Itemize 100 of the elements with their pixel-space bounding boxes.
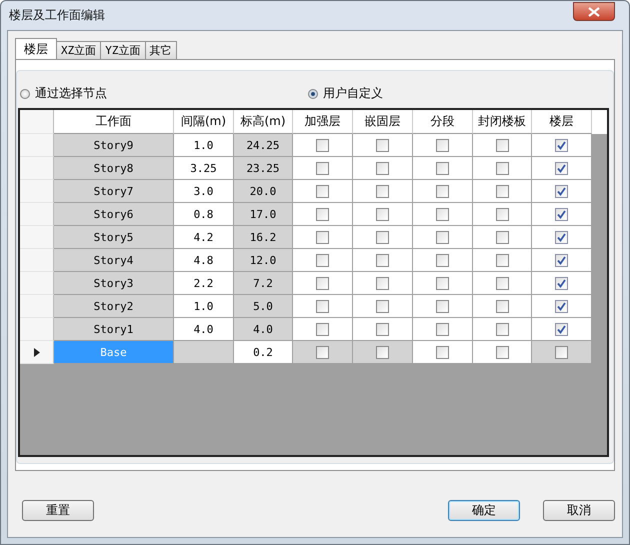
table-cell[interactable]: Story2 bbox=[54, 295, 174, 318]
checkbox[interactable] bbox=[436, 138, 449, 152]
checkbox[interactable] bbox=[436, 254, 449, 266]
checkbox[interactable] bbox=[436, 276, 449, 290]
table-cell[interactable]: 4.2 bbox=[174, 226, 234, 249]
row-header[interactable] bbox=[20, 341, 54, 364]
checkbox[interactable] bbox=[496, 300, 508, 312]
checkbox[interactable] bbox=[496, 346, 508, 358]
table-cell[interactable]: Story8 bbox=[54, 157, 174, 180]
checkbox[interactable] bbox=[316, 230, 329, 244]
table-cell[interactable]: Story3 bbox=[54, 272, 174, 295]
table-cell[interactable]: 16.2 bbox=[234, 226, 293, 249]
column-header[interactable]: 封闭楼板 bbox=[473, 110, 532, 134]
checkbox[interactable] bbox=[316, 322, 329, 336]
checkbox[interactable] bbox=[496, 254, 508, 266]
table-cell[interactable]: Story7 bbox=[54, 180, 174, 203]
checkbox[interactable] bbox=[555, 162, 568, 174]
close-button[interactable] bbox=[573, 2, 615, 21]
checkbox[interactable] bbox=[376, 208, 389, 220]
checkbox[interactable] bbox=[555, 300, 568, 312]
checkbox[interactable] bbox=[555, 184, 568, 198]
tab[interactable]: 其它 bbox=[144, 41, 176, 59]
checkbox[interactable] bbox=[436, 162, 449, 174]
checkbox[interactable] bbox=[555, 138, 568, 152]
checkbox[interactable] bbox=[436, 230, 449, 244]
checkbox[interactable] bbox=[496, 208, 508, 220]
checkbox[interactable] bbox=[436, 322, 449, 336]
checkbox[interactable] bbox=[316, 184, 329, 198]
radio-option[interactable]: 用户自定义 bbox=[308, 85, 596, 102]
checkbox[interactable] bbox=[376, 230, 389, 244]
checkbox[interactable] bbox=[376, 276, 389, 290]
checkbox[interactable] bbox=[376, 322, 389, 336]
table-cell[interactable]: 4.0 bbox=[234, 318, 293, 341]
checkbox[interactable] bbox=[496, 322, 508, 336]
table-cell[interactable]: Story4 bbox=[54, 249, 174, 272]
checkbox[interactable] bbox=[436, 300, 449, 312]
tab[interactable]: YZ立面 bbox=[100, 41, 146, 59]
checkbox[interactable] bbox=[316, 138, 329, 152]
table-cell[interactable]: Story6 bbox=[54, 203, 174, 226]
checkbox[interactable] bbox=[436, 346, 449, 358]
checkbox[interactable] bbox=[376, 162, 389, 174]
checkbox[interactable] bbox=[376, 300, 389, 312]
table-cell[interactable]: 3.0 bbox=[174, 180, 234, 203]
checkbox[interactable] bbox=[496, 162, 508, 174]
table-cell[interactable]: 4.0 bbox=[174, 318, 234, 341]
column-header[interactable]: 间隔(m) bbox=[174, 110, 234, 134]
checkbox[interactable] bbox=[316, 346, 329, 358]
table-cell[interactable]: 0.2 bbox=[234, 341, 293, 364]
checkbox[interactable] bbox=[555, 276, 568, 290]
column-header[interactable]: 加强层 bbox=[293, 110, 353, 134]
checkbox[interactable] bbox=[376, 138, 389, 152]
checkbox[interactable] bbox=[555, 346, 568, 358]
checkbox[interactable] bbox=[376, 254, 389, 266]
checkbox[interactable] bbox=[316, 162, 329, 174]
table-cell[interactable] bbox=[174, 341, 234, 364]
table-cell[interactable]: 7.2 bbox=[234, 272, 293, 295]
table-cell[interactable]: Story5 bbox=[54, 226, 174, 249]
column-header[interactable]: 工作面 bbox=[54, 110, 174, 134]
tab[interactable]: XZ立面 bbox=[56, 41, 102, 59]
table-cell[interactable]: 23.25 bbox=[234, 157, 293, 180]
checkbox[interactable] bbox=[436, 208, 449, 220]
column-header[interactable]: 标高(m) bbox=[234, 110, 293, 134]
table-cell[interactable]: 4.8 bbox=[174, 249, 234, 272]
checkbox[interactable] bbox=[555, 208, 568, 220]
table-cell[interactable]: 1.0 bbox=[174, 134, 234, 157]
table-cell[interactable]: 24.25 bbox=[234, 134, 293, 157]
table-cell[interactable]: 17.0 bbox=[234, 203, 293, 226]
table-cell[interactable]: 5.0 bbox=[234, 295, 293, 318]
checkbox[interactable] bbox=[316, 300, 329, 312]
checkbox[interactable] bbox=[316, 208, 329, 220]
table-cell[interactable]: 3.25 bbox=[174, 157, 234, 180]
checkbox[interactable] bbox=[496, 138, 508, 152]
corner-header[interactable] bbox=[20, 110, 54, 134]
dialog-button[interactable]: 取消 bbox=[543, 500, 615, 521]
table-cell[interactable]: 1.0 bbox=[174, 295, 234, 318]
tab[interactable]: 楼层 bbox=[15, 38, 57, 59]
dialog-button[interactable]: 确定 bbox=[448, 500, 520, 521]
checkbox[interactable] bbox=[496, 230, 508, 244]
checkbox[interactable] bbox=[555, 254, 568, 266]
checkbox[interactable] bbox=[496, 276, 508, 290]
table-cell[interactable]: 0.8 bbox=[174, 203, 234, 226]
dialog-button[interactable]: 重置 bbox=[22, 500, 94, 521]
close-icon bbox=[588, 6, 600, 16]
checkbox[interactable] bbox=[376, 346, 389, 358]
column-header[interactable]: 楼层 bbox=[532, 110, 592, 134]
column-header[interactable]: 嵌固层 bbox=[353, 110, 413, 134]
checkbox[interactable] bbox=[555, 230, 568, 244]
checkbox[interactable] bbox=[436, 184, 449, 198]
checkbox[interactable] bbox=[555, 322, 568, 336]
checkbox[interactable] bbox=[376, 184, 389, 198]
radio-option[interactable]: 通过选择节点 bbox=[20, 85, 308, 102]
table-cell[interactable]: Story1 bbox=[54, 318, 174, 341]
table-cell[interactable]: 12.0 bbox=[234, 249, 293, 272]
checkbox[interactable] bbox=[316, 254, 329, 266]
checkbox[interactable] bbox=[496, 184, 508, 198]
column-header[interactable]: 分段 bbox=[413, 110, 473, 134]
checkbox[interactable] bbox=[316, 276, 329, 290]
table-cell[interactable]: 20.0 bbox=[234, 180, 293, 203]
table-cell[interactable]: 2.2 bbox=[174, 272, 234, 295]
table-cell[interactable]: Story9 bbox=[54, 134, 174, 157]
